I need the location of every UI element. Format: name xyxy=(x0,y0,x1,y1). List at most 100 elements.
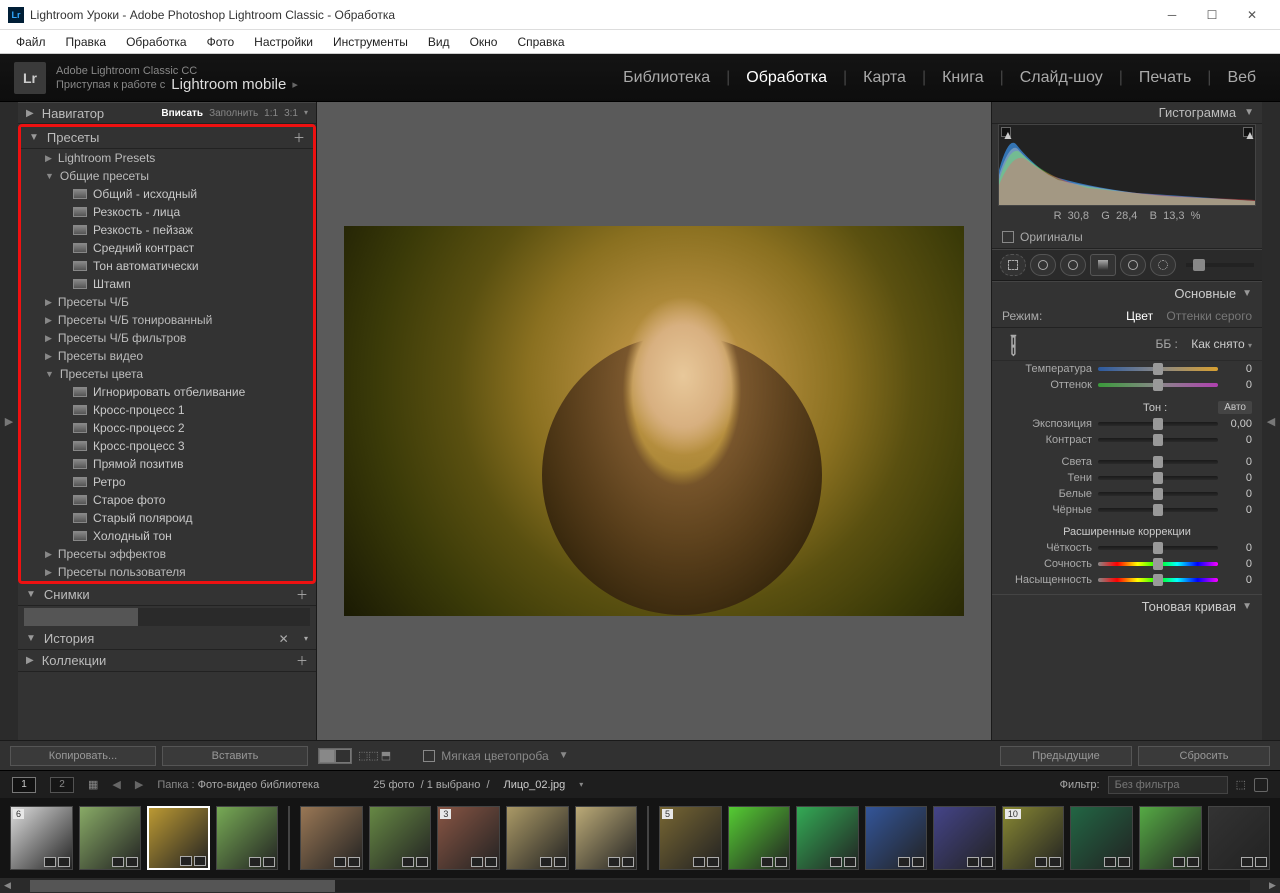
whites-slider[interactable]: Белые0 xyxy=(992,486,1262,502)
preset-group-Пресеты Ч/Б тонированный[interactable]: ▶Пресеты Ч/Б тонированный xyxy=(39,311,313,329)
preset-item[interactable]: Штамп xyxy=(39,275,313,293)
filmstrip-thumbnail[interactable] xyxy=(369,806,432,870)
snapshots-header[interactable]: ▼Снимки＋ xyxy=(18,584,316,606)
blacks-slider[interactable]: Чёрные0 xyxy=(992,502,1262,518)
vibrance-slider[interactable]: Сочность0 xyxy=(992,556,1262,572)
contrast-slider[interactable]: Контраст0 xyxy=(992,432,1262,448)
redeye-tool-button[interactable] xyxy=(1060,254,1086,276)
play-icon[interactable]: ▸ xyxy=(292,78,298,92)
highlight-clip-icon[interactable]: ▲ xyxy=(1243,127,1253,137)
module-Карта[interactable]: Карта xyxy=(853,66,916,90)
crop-tool-button[interactable] xyxy=(1000,254,1026,276)
filter-switch-icon[interactable] xyxy=(1254,778,1268,792)
menu-Окно[interactable]: Окно xyxy=(460,32,508,52)
preset-group-Пресеты видео[interactable]: ▶Пресеты видео xyxy=(39,347,313,365)
filmstrip-thumbnail[interactable]: 3 xyxy=(437,806,500,870)
left-collapse-button[interactable]: ▶ xyxy=(0,102,18,740)
history-header[interactable]: ▼История✕ ▾ xyxy=(18,628,316,650)
navigator-header[interactable]: ▶ Навигатор Вписать Заполнить 1:1 3:1 ▾ xyxy=(18,102,316,124)
module-Веб[interactable]: Веб xyxy=(1217,66,1266,90)
preset-item[interactable]: Средний контраст xyxy=(39,239,313,257)
wb-dropdown[interactable]: Как снято xyxy=(1191,337,1244,351)
module-Обработка[interactable]: Обработка xyxy=(736,66,837,90)
saturation-slider[interactable]: Насыщенность0 xyxy=(992,572,1262,588)
menu-Правка[interactable]: Правка xyxy=(56,32,117,52)
filmstrip-thumbnail[interactable]: 10 xyxy=(1002,806,1065,870)
preset-item[interactable]: Кросс-процесс 2 xyxy=(39,419,313,437)
filmstrip[interactable]: 6 3 5 10 xyxy=(0,798,1280,878)
secondary-display-button[interactable]: 2 xyxy=(50,777,74,793)
filmstrip-thumbnail[interactable] xyxy=(300,806,363,870)
identity-mobile[interactable]: Lightroom mobile xyxy=(171,78,286,92)
snapshots-scrollbar[interactable] xyxy=(24,608,310,626)
image-canvas[interactable] xyxy=(316,102,992,740)
softproof-checkbox[interactable]: Мягкая цветопроба xyxy=(423,749,548,763)
preset-group-Lightroom Presets[interactable]: ▶Lightroom Presets xyxy=(39,149,313,167)
preset-item[interactable]: Кросс-процесс 1 xyxy=(39,401,313,419)
back-icon[interactable]: ◀ xyxy=(112,778,120,791)
menu-Обработка[interactable]: Обработка xyxy=(116,32,197,52)
filmstrip-thumbnail[interactable] xyxy=(506,806,569,870)
filmstrip-thumbnail[interactable] xyxy=(933,806,996,870)
preset-item[interactable]: Тон автоматически xyxy=(39,257,313,275)
filmstrip-thumbnail[interactable]: 6 xyxy=(10,806,73,870)
module-Печать[interactable]: Печать xyxy=(1129,66,1201,90)
forward-icon[interactable]: ▶ xyxy=(135,778,143,791)
reset-button[interactable]: Сбросить xyxy=(1138,746,1270,766)
filter-lock-icon[interactable]: ⬚ xyxy=(1236,778,1246,791)
preset-item[interactable]: Прямой позитив xyxy=(39,455,313,473)
previous-button[interactable]: Предыдущие xyxy=(1000,746,1132,766)
clarity-slider[interactable]: Чёткость0 xyxy=(992,540,1262,556)
filmstrip-thumbnail[interactable] xyxy=(79,806,142,870)
radial-filter-button[interactable] xyxy=(1120,254,1146,276)
preset-item[interactable]: Холодный тон xyxy=(39,527,313,545)
eyedropper-icon[interactable] xyxy=(998,330,1026,358)
filmstrip-thumbnail[interactable] xyxy=(1070,806,1133,870)
preset-item[interactable]: Игнорировать отбеливание xyxy=(39,383,313,401)
add-preset-button[interactable]: ＋ xyxy=(293,129,305,146)
before-after-tb-icon[interactable]: ⬒ xyxy=(381,749,391,762)
menu-Инструменты[interactable]: Инструменты xyxy=(323,32,418,52)
primary-display-button[interactable]: 1 xyxy=(12,777,36,793)
tone-curve-header[interactable]: Тоновая кривая▼ xyxy=(992,594,1262,618)
clear-history-icon[interactable]: ✕ xyxy=(279,632,289,646)
copy-button[interactable]: Копировать... xyxy=(10,746,156,766)
filmstrip-scrollbar[interactable]: ◀▶ xyxy=(0,878,1280,893)
filmstrip-thumbnail[interactable] xyxy=(1139,806,1202,870)
grad-filter-button[interactable] xyxy=(1090,254,1116,276)
right-collapse-button[interactable]: ◀ xyxy=(1262,102,1280,740)
compare-view-icon[interactable] xyxy=(335,749,351,763)
filmstrip-thumbnail[interactable] xyxy=(216,806,279,870)
histogram-header[interactable]: Гистограмма▼ xyxy=(992,102,1262,124)
preset-item[interactable]: Старый поляроид xyxy=(39,509,313,527)
shadow-clip-icon[interactable]: ▲ xyxy=(1001,127,1011,137)
mode-color[interactable]: Цвет xyxy=(1126,309,1153,323)
menu-Файл[interactable]: Файл xyxy=(6,32,56,52)
preset-group-Пресеты Ч/Б[interactable]: ▶Пресеты Ч/Б xyxy=(39,293,313,311)
menu-Фото[interactable]: Фото xyxy=(197,32,245,52)
filmstrip-thumbnail[interactable] xyxy=(796,806,859,870)
preset-group-Пресеты цвета[interactable]: ▼Пресеты цвета xyxy=(39,365,313,383)
filmstrip-thumbnail[interactable] xyxy=(865,806,928,870)
before-after-lr-icon[interactable]: ⬚⬚ xyxy=(358,749,379,762)
module-Книга[interactable]: Книга xyxy=(932,66,993,90)
preset-group-Пресеты пользователя[interactable]: ▶Пресеты пользователя xyxy=(39,563,313,581)
filmstrip-thumbnail[interactable] xyxy=(1208,806,1271,870)
module-Библиотека[interactable]: Библиотека xyxy=(613,66,720,90)
mask-slider[interactable] xyxy=(1186,263,1254,267)
temp-slider[interactable]: Температура0 xyxy=(992,361,1262,377)
filmstrip-thumbnail[interactable] xyxy=(575,806,638,870)
preset-item[interactable]: Старое фото xyxy=(39,491,313,509)
preset-item[interactable]: Резкость - пейзаж xyxy=(39,221,313,239)
tint-slider[interactable]: Оттенок0 xyxy=(992,377,1262,393)
auto-tone-button[interactable]: Авто xyxy=(1218,401,1252,414)
module-Слайд-шоу[interactable]: Слайд-шоу xyxy=(1010,66,1113,90)
folder-path[interactable]: Фото-видео библиотека xyxy=(198,779,320,791)
grid-icon[interactable]: ▦ xyxy=(88,778,98,791)
presets-header[interactable]: ▼ Пресеты ＋ xyxy=(21,127,313,149)
menu-Настройки[interactable]: Настройки xyxy=(244,32,323,52)
collections-header[interactable]: ▶Коллекции＋ xyxy=(18,650,316,672)
close-button[interactable]: ✕ xyxy=(1232,0,1272,30)
maximize-button[interactable]: ☐ xyxy=(1192,0,1232,30)
filmstrip-thumbnail[interactable]: 5 xyxy=(659,806,722,870)
